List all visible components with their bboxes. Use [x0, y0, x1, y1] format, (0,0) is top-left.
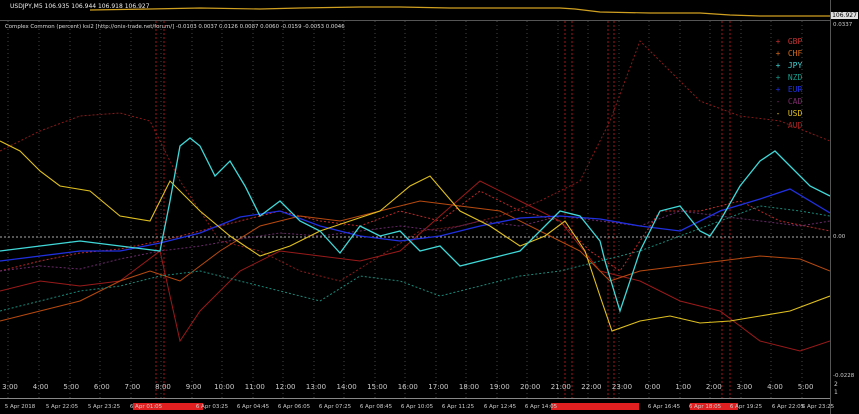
- hour-label: 15:00: [367, 383, 388, 391]
- date-label: 6 Apr 19:25: [729, 404, 763, 410]
- hour-label: 5:00: [63, 383, 80, 391]
- currency-legend: + GBP + CHF + JPY + NZD + EUR - CAD - US…: [773, 36, 803, 132]
- date-label: 6 Apr 16:45: [647, 404, 681, 410]
- hour-label: 7:00: [124, 383, 141, 391]
- series-nzd: [0, 205, 830, 312]
- hour-label: 21:00: [550, 383, 571, 391]
- hour-label: 3:00: [736, 383, 753, 391]
- scale-bottom: -0.0228: [833, 373, 855, 379]
- scale-top: 0.0337: [833, 22, 853, 28]
- series-cad: [0, 210, 830, 272]
- hour-label: 6:00: [93, 383, 110, 391]
- date-label: 5 Apr 23:25: [87, 404, 121, 410]
- hour-label: 3:00: [2, 383, 18, 391]
- series-gbp: [0, 190, 830, 272]
- date-label: 6 Apr 10:05: [400, 404, 434, 410]
- date-label: 6 Apr 18:05: [688, 404, 722, 410]
- date-label: 6 Apr 04:45: [236, 404, 270, 410]
- hour-label: 1:00: [675, 383, 692, 391]
- hour-label: 5:00: [797, 383, 814, 391]
- date-highlight: [551, 403, 639, 410]
- date-label: 5 Apr 2018: [4, 404, 36, 410]
- hour-label: 23:00: [611, 383, 633, 391]
- series-jpy: [0, 137, 830, 314]
- date-label: 6 Apr 11:25: [441, 404, 475, 410]
- last-price-tag: 106.927: [831, 12, 858, 19]
- hour-label: 10:00: [214, 383, 235, 391]
- hour-label: 4:00: [32, 383, 49, 391]
- series-aud: [0, 40, 830, 282]
- date-label: 6 Apr 22:05: [771, 404, 805, 410]
- legend-item-jpy: + JPY: [775, 61, 803, 70]
- date-label: 6 Apr 14:05: [524, 404, 558, 410]
- series-eur: [0, 188, 830, 262]
- hour-label: 0:00: [644, 383, 661, 391]
- price-pane-title: USDJPY,M5 106.935 106.944 106.918 106.92…: [10, 3, 150, 10]
- date-label: 6 Apr 23:25: [801, 404, 835, 410]
- hour-label: 22:00: [581, 383, 602, 391]
- legend-item-usd: - USD: [775, 109, 803, 118]
- hour-label: 4:00: [767, 383, 783, 391]
- time-axis-line: [0, 398, 830, 399]
- series-usd: [0, 140, 830, 332]
- series-gbp-alt: [0, 180, 830, 352]
- date-label: 6 Apr 08:45: [359, 404, 393, 410]
- date-label: 6 Apr 01:05: [129, 404, 163, 410]
- legend-item-aud: - AUD: [775, 121, 803, 130]
- pane-number-1: 1: [834, 389, 838, 396]
- indicator-chart[interactable]: [0, 21, 830, 398]
- hour-label: 11:00: [244, 383, 265, 391]
- hour-label: 17:00: [428, 383, 449, 391]
- hour-label: 9:00: [185, 383, 202, 391]
- date-label: 6 Apr 03:25: [195, 404, 229, 410]
- hour-label: 14:00: [336, 383, 357, 391]
- date-label: 6 Apr 12:45: [483, 404, 517, 410]
- date-label: 6 Apr 07:25: [318, 404, 352, 410]
- hour-label: 20:00: [520, 383, 541, 391]
- legend-item-chf: + CHF: [775, 49, 803, 58]
- hour-label: 2:00: [705, 383, 722, 391]
- scale-divider: [830, 0, 831, 414]
- hour-label: 12:00: [275, 383, 296, 391]
- legend-item-gbp: + GBP: [775, 37, 803, 46]
- scale-zero: 0.00: [833, 234, 846, 240]
- hour-label: 13:00: [305, 383, 327, 391]
- date-label: 6 Apr 06:05: [277, 404, 311, 410]
- hour-label: 8:00: [155, 383, 171, 391]
- session-markers: [155, 21, 731, 398]
- hour-label: 19:00: [489, 383, 510, 391]
- date-label: 5 Apr 22:05: [45, 404, 79, 410]
- series-chf: [0, 200, 830, 322]
- legend-item-cad: - CAD: [775, 97, 803, 106]
- legend-item-eur: + EUR: [775, 85, 803, 94]
- legend-item-nzd: + NZD: [775, 73, 803, 82]
- hour-label: 16:00: [397, 383, 418, 391]
- hour-label: 18:00: [458, 383, 480, 391]
- pane-number-2: 2: [834, 381, 838, 388]
